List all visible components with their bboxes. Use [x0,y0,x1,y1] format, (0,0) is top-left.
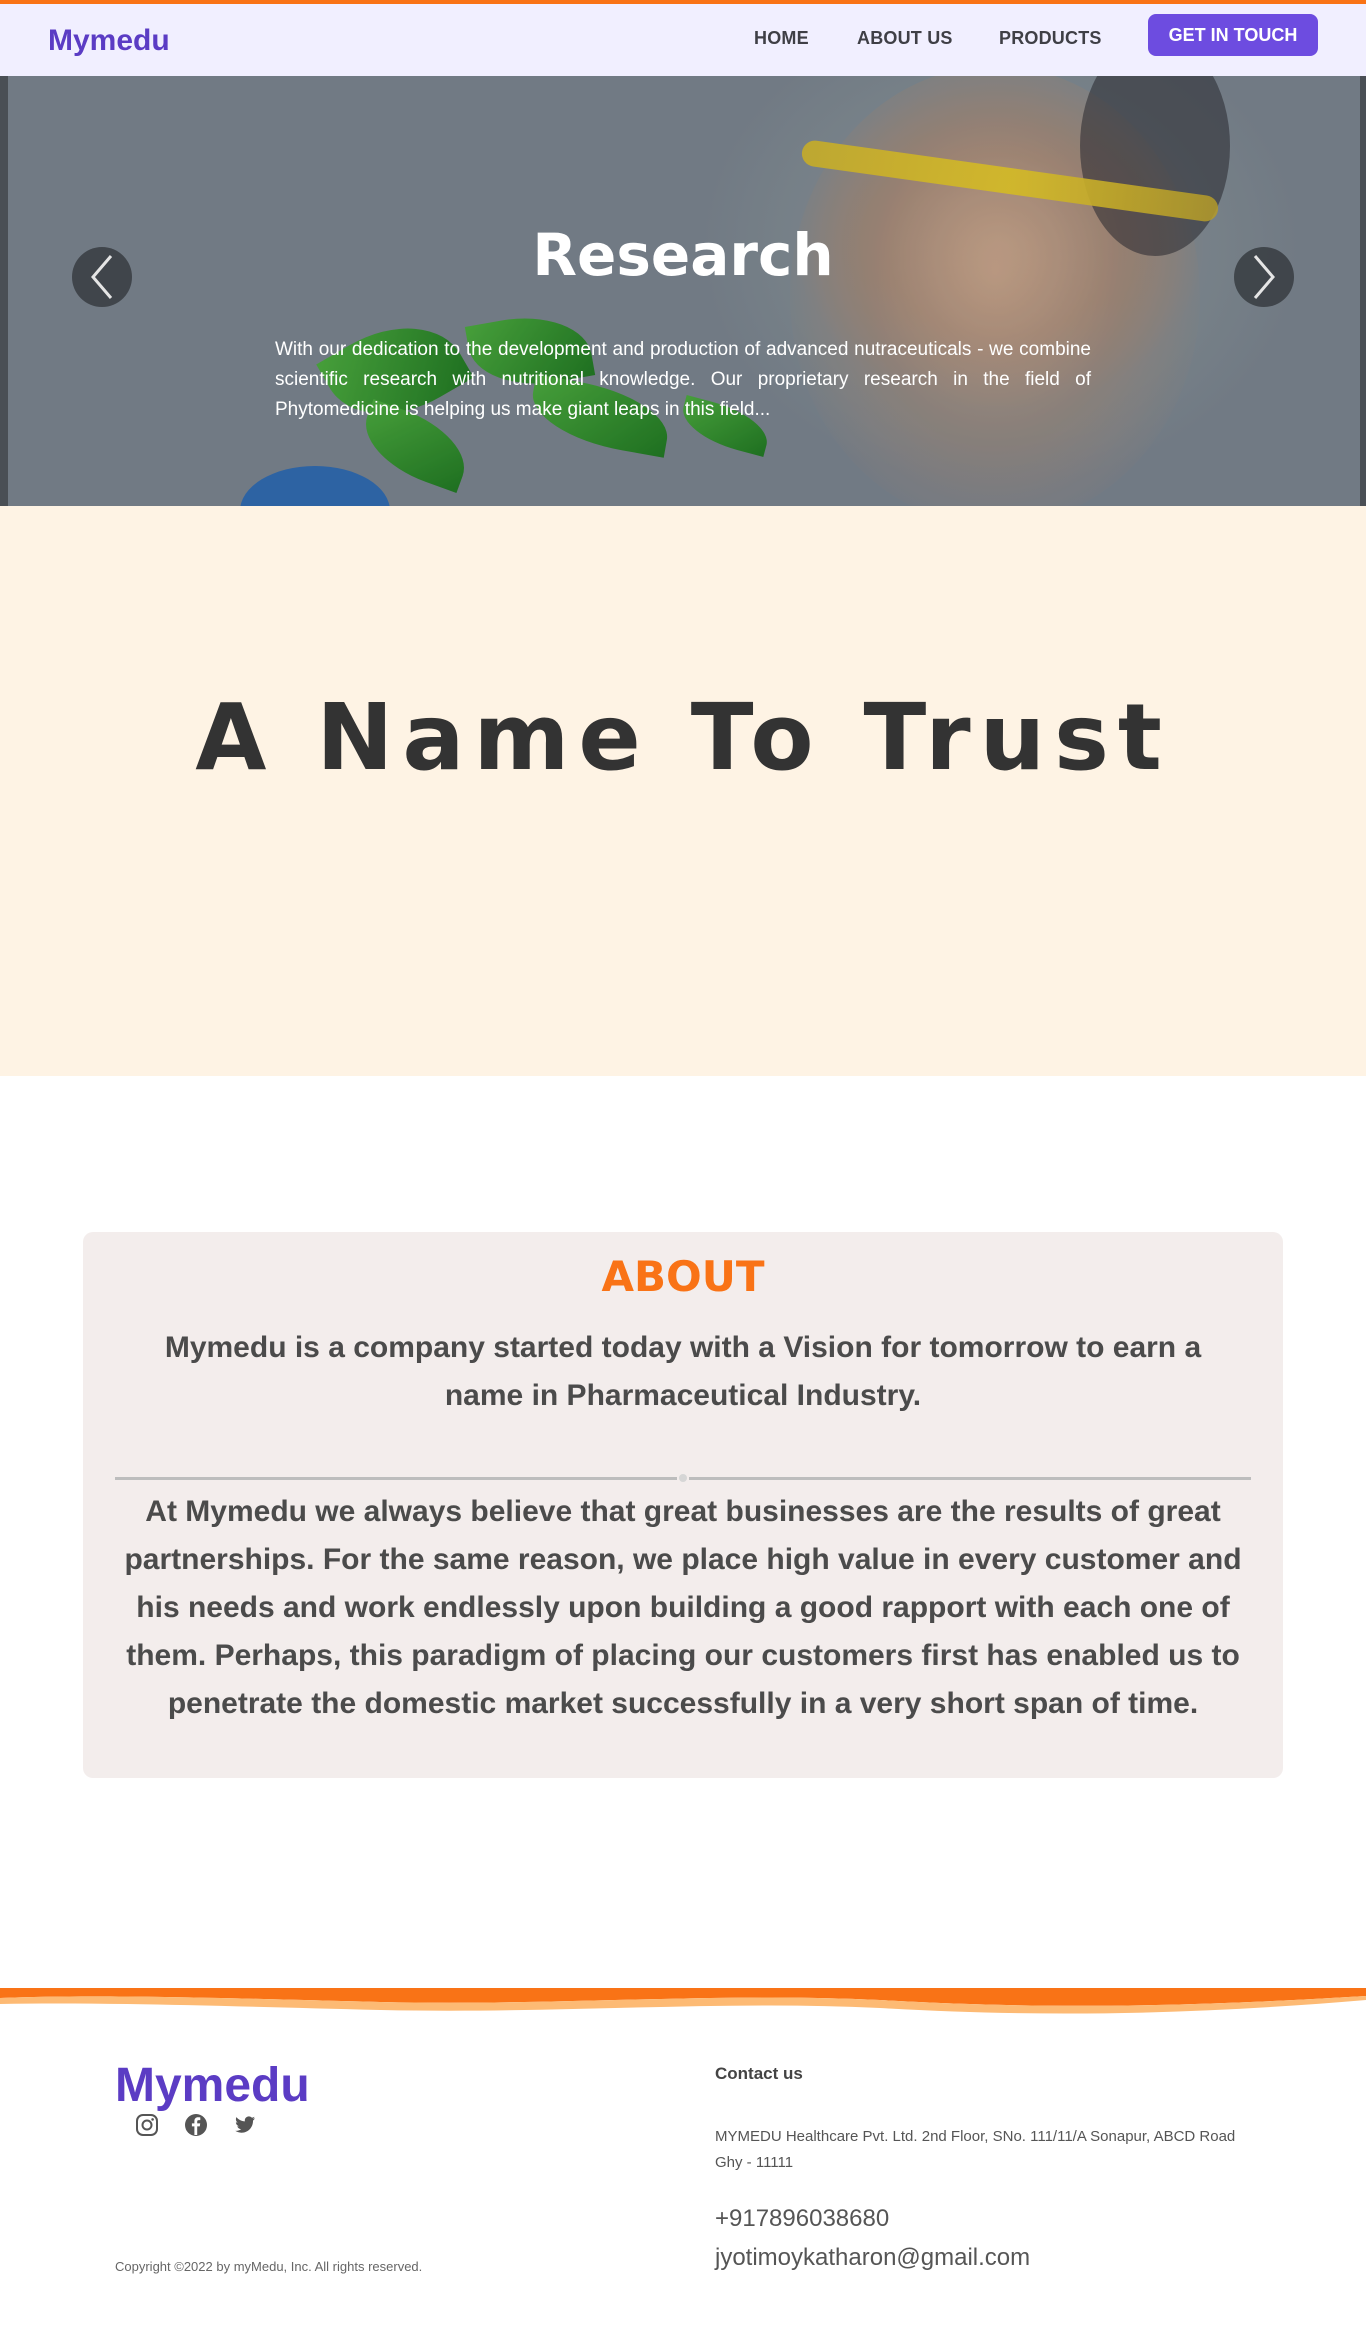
trust-section: A Name To Trust [0,506,1366,1076]
hero-title: Research [532,221,834,289]
instagram-icon[interactable] [134,2112,160,2138]
contact-address: MYMEDU Healthcare Pvt. Ltd. 2nd Floor, S… [715,2128,1236,2171]
footer-brand-logo[interactable]: Mymedu [115,2058,310,2113]
chevron-left-icon [91,255,113,299]
divider-ornament [679,1474,687,1482]
brand-logo[interactable]: Mymedu [48,24,170,58]
about-title: ABOUT [601,1252,765,1301]
carousel-prev-button[interactable] [72,247,132,307]
hero-description: With our dedication to the development a… [275,339,1091,420]
contact-email[interactable]: jyotimoykatharon@gmail.com [715,2244,1030,2272]
carousel-next-button[interactable] [1234,247,1294,307]
copyright-text: Copyright ©2022 by myMedu, Inc. All righ… [115,2259,423,2274]
facebook-icon[interactable] [183,2112,209,2138]
hero-overlay [0,76,1366,506]
divider [115,1477,677,1480]
get-in-touch-button[interactable]: GET IN TOUCH [1148,14,1318,56]
navbar: Mymedu HOME ABOUT US PRODUCTS GET IN TOU… [0,0,1366,76]
footer-wave-divider [0,1988,1366,2014]
chevron-right-icon [1253,255,1275,299]
about-lead-text: Mymedu is a company started today with a… [164,1331,1202,1412]
nav-products-link[interactable]: PRODUCTS [999,28,1102,49]
hero-edge [0,76,8,506]
about-card: ABOUT Mymedu is a company started today … [83,1232,1283,1778]
hero-edge [1360,76,1366,506]
nav-home-link[interactable]: HOME [754,28,809,49]
divider [689,1477,1251,1480]
contact-phone[interactable]: +917896038680 [715,2205,889,2233]
twitter-icon[interactable] [232,2112,258,2138]
nav-about-us-link[interactable]: ABOUT US [857,28,953,49]
contact-heading: Contact us [715,2064,803,2083]
about-body-text: At Mymedu we always believe that great b… [124,1495,1242,1720]
hero-carousel: Research With our dedication to the deve… [0,76,1366,506]
trust-heading: A Name To Trust [195,684,1171,791]
